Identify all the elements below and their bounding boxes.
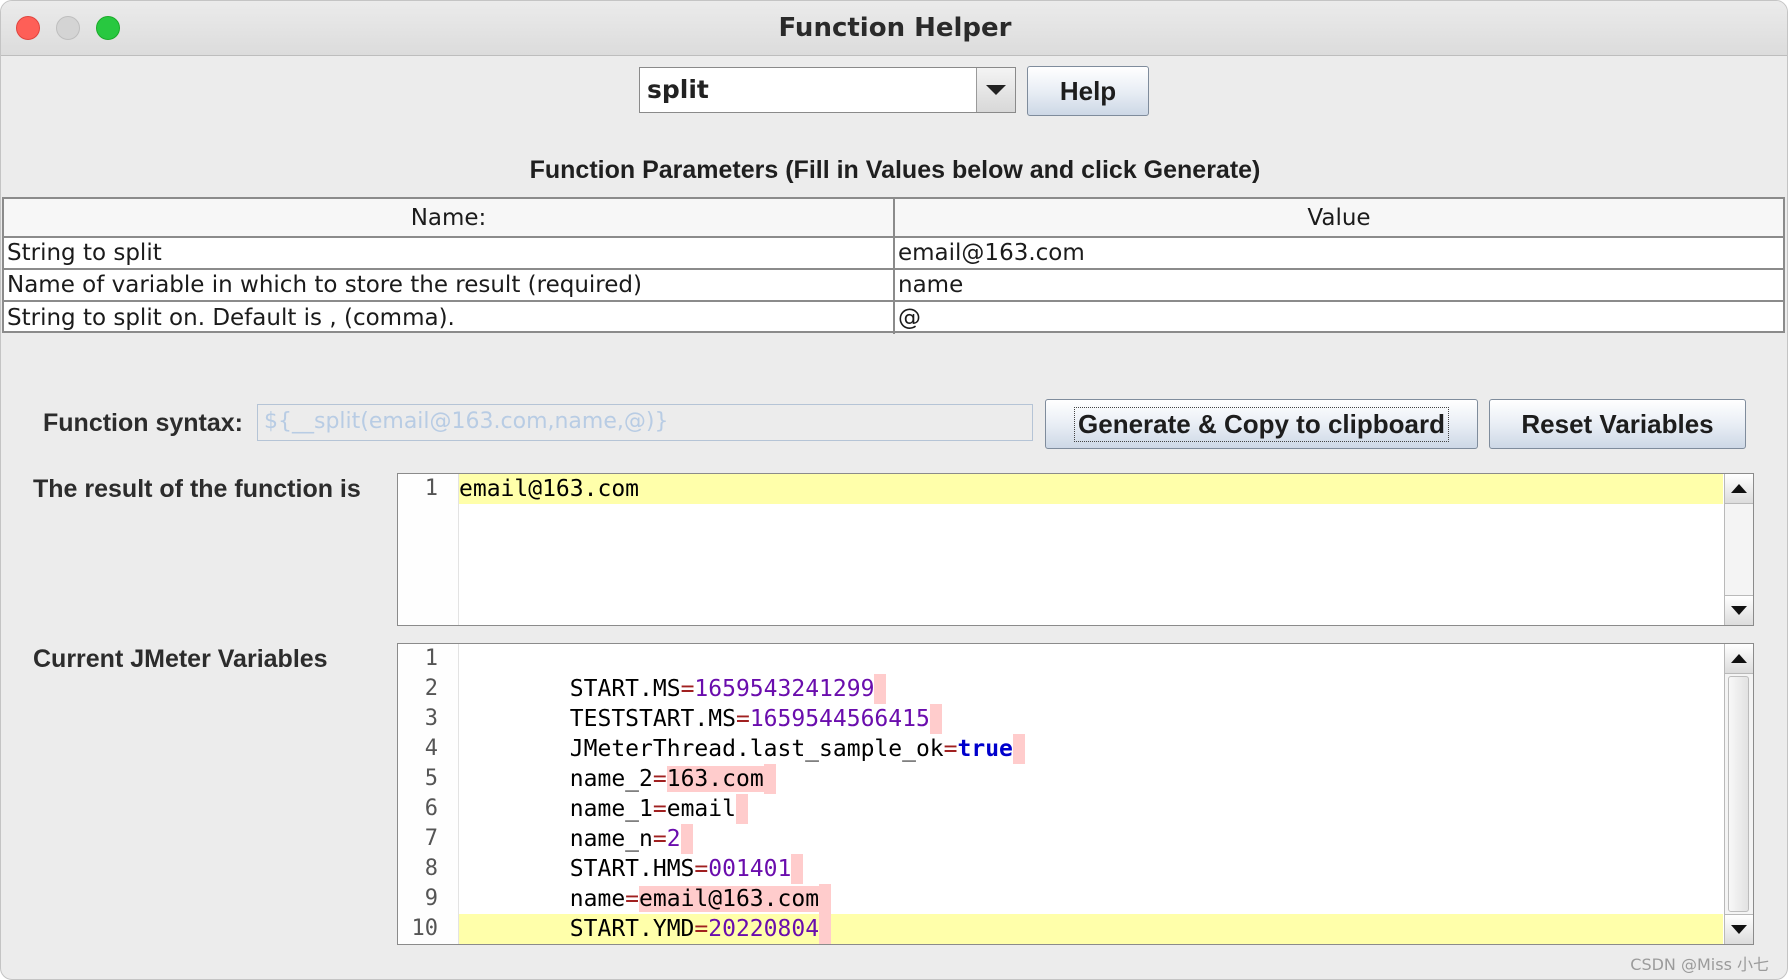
generate-copy-button-label: Generate & Copy to clipboard xyxy=(1074,406,1449,442)
scroll-down-button[interactable] xyxy=(1725,914,1753,944)
table-row: String to split email@163.com xyxy=(4,238,1783,270)
variable-line: TESTSTART.MS=1659544566415 xyxy=(459,674,942,734)
line-number: 1 xyxy=(424,476,438,501)
line-number: 3 xyxy=(424,706,438,731)
trailing-highlight xyxy=(763,764,776,794)
trailing-highlight xyxy=(819,914,832,944)
params-table: Name: Value String to split email@163.co… xyxy=(2,197,1785,334)
param-name-cell[interactable]: Name of variable in which to store the r… xyxy=(4,270,895,300)
line-number: 5 xyxy=(424,766,438,791)
reset-variables-button[interactable]: Reset Variables xyxy=(1489,399,1746,449)
line-number: 7 xyxy=(424,826,438,851)
trailing-highlight xyxy=(1012,734,1025,764)
variables-code-area[interactable]: START.MS=1659543241299 TESTSTART.MS=1659… xyxy=(459,644,1723,944)
title-bar: Function Helper xyxy=(1,1,1787,56)
result-code-area[interactable]: email@163.com xyxy=(459,474,1723,625)
variable-line: name_n=2 xyxy=(459,794,693,854)
variable-line: name_2=163.com xyxy=(459,734,776,794)
function-helper-window: Function Helper split Help Function Para… xyxy=(0,0,1788,980)
table-row: Name of variable in which to store the r… xyxy=(4,270,1783,302)
variable-line: name_1=email xyxy=(459,764,748,824)
param-name-cell[interactable]: String to split xyxy=(4,238,895,268)
line-number: 6 xyxy=(424,796,438,821)
params-table-header: Name: Value xyxy=(4,199,1783,238)
table-row: String to split on. Default is , (comma)… xyxy=(4,302,1783,334)
params-title: Function Parameters (Fill in Values belo… xyxy=(529,156,1261,184)
help-button[interactable]: Help xyxy=(1027,66,1149,116)
scroll-up-button[interactable] xyxy=(1725,644,1753,674)
column-header-name[interactable]: Name: xyxy=(4,199,895,236)
generate-copy-button[interactable]: Generate & Copy to clipboard xyxy=(1045,399,1478,449)
variable-equals: = xyxy=(943,736,958,762)
scroll-up-button[interactable] xyxy=(1725,474,1753,504)
watermark: CSDN @Miss 小七 xyxy=(1630,955,1769,974)
current-line-highlight xyxy=(459,474,1723,504)
arrow-down-icon xyxy=(1731,925,1747,934)
param-value-cell[interactable]: name xyxy=(895,270,1783,300)
variable-line: JMeterThread.last_sample_ok=true xyxy=(459,704,1025,764)
line-number: 9 xyxy=(424,886,438,911)
function-select[interactable]: split xyxy=(639,67,1016,113)
result-editor[interactable]: 1 email@163.com xyxy=(397,473,1754,626)
variable-key: START.YMD xyxy=(569,916,695,942)
function-syntax-label: Function syntax: xyxy=(43,409,244,437)
variable-line: START.YMD=20220804 xyxy=(459,884,832,944)
result-label: The result of the function is xyxy=(33,475,361,503)
variables-editor[interactable]: 1 2 3 4 5 6 7 8 9 10 START.MS=1659543241… xyxy=(397,643,1754,945)
variable-line: START.HMS=001401 xyxy=(459,824,804,884)
line-number: 8 xyxy=(424,856,438,881)
line-number: 10 xyxy=(411,916,439,941)
variables-scrollbar[interactable] xyxy=(1724,644,1753,944)
variable-value: 20220804 xyxy=(708,916,820,942)
variable-line: name=email@163.com xyxy=(459,854,832,914)
param-value-cell[interactable]: @ xyxy=(895,302,1783,334)
function-select-value: split xyxy=(647,75,709,104)
variable-value: true xyxy=(957,736,1013,762)
line-number: 2 xyxy=(424,676,438,701)
param-value-cell[interactable]: email@163.com xyxy=(895,238,1783,268)
scroll-down-button[interactable] xyxy=(1725,595,1753,625)
column-header-value[interactable]: Value xyxy=(895,199,1783,236)
variables-label: Current JMeter Variables xyxy=(33,645,328,673)
scroll-thumb[interactable] xyxy=(1728,676,1749,912)
line-number: 1 xyxy=(424,646,438,671)
arrow-down-icon xyxy=(1731,606,1747,615)
window-title: Function Helper xyxy=(778,13,1012,43)
arrow-up-icon xyxy=(1731,654,1747,663)
variable-equals: = xyxy=(694,916,709,942)
param-name-cell[interactable]: String to split on. Default is , (comma)… xyxy=(4,302,895,334)
function-syntax-field[interactable]: ${__split(email@163.com,name,@)} xyxy=(257,404,1033,441)
line-number: 4 xyxy=(424,736,438,761)
chevron-down-icon xyxy=(986,85,1006,95)
line-number-gutter: 1 xyxy=(398,474,459,625)
variable-line xyxy=(459,914,570,944)
line-number-gutter: 1 2 3 4 5 6 7 8 9 10 xyxy=(398,644,459,944)
trailing-highlight xyxy=(735,794,748,824)
result-line: email@163.com xyxy=(459,476,640,502)
result-scrollbar[interactable] xyxy=(1724,474,1753,625)
variable-line: START.MS=1659543241299 xyxy=(459,644,887,704)
function-select-dropdown-button[interactable] xyxy=(976,68,1015,112)
arrow-up-icon xyxy=(1731,484,1747,493)
